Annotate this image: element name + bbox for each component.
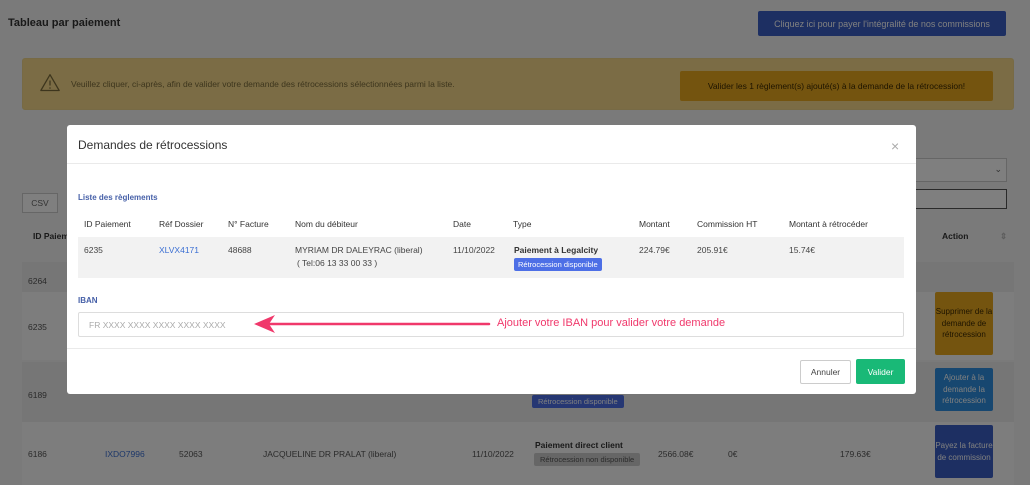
retrocession-modal: Demandes de rétrocessions × Liste des rè…: [67, 125, 916, 394]
modal-footer-divider: [67, 348, 916, 349]
annotation-arrow-icon: [254, 315, 491, 333]
cancel-button[interactable]: Annuler: [800, 360, 851, 384]
validate-button[interactable]: Valider: [856, 359, 905, 384]
